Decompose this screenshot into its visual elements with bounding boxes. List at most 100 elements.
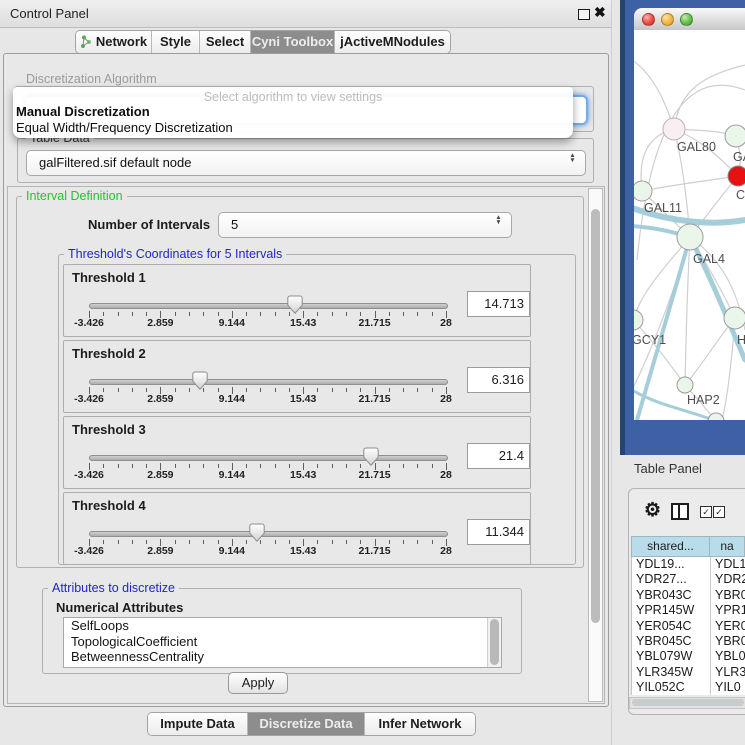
tab-jactivemnodules[interactable]: jActiveMNodules — [335, 31, 450, 53]
tab-discretize-data[interactable]: Discretize Data — [248, 713, 365, 735]
close-icon[interactable]: ✖ — [594, 4, 606, 21]
tick-mark — [132, 312, 133, 316]
column-header-shared[interactable]: shared... — [631, 536, 710, 557]
threshold-slider-track[interactable] — [89, 379, 448, 385]
attribute-item-selfloops[interactable]: SelfLoops — [64, 618, 501, 634]
checkbox-icon[interactable]: ✓ — [700, 506, 712, 518]
tick-mark — [417, 312, 418, 316]
list-scrollbar[interactable] — [487, 618, 501, 667]
threshold-slider-track[interactable] — [89, 455, 448, 461]
tick-mark — [246, 312, 247, 316]
edge[interactable] — [642, 176, 738, 191]
attribute-item-betweennesscentrality[interactable]: BetweennessCentrality — [64, 649, 501, 665]
checkbox-icon[interactable]: ✓ — [713, 506, 725, 518]
edge[interactable] — [685, 237, 690, 385]
cell-name: YDR2 — [715, 572, 745, 587]
tick-mark — [132, 464, 133, 468]
axis-tick-label: -3.426 — [59, 545, 119, 557]
table-row[interactable]: YIL052CYIL0 — [632, 680, 745, 695]
close-traffic-light-icon[interactable] — [642, 13, 655, 26]
table-row[interactable]: YDL19...YDL1 — [632, 557, 745, 572]
algorithm-group-label: Discretization Algorithm — [22, 72, 161, 86]
tab-network[interactable]: Network — [76, 31, 152, 53]
table-row[interactable]: YDR27... YDR2 — [632, 572, 745, 587]
dropdown-item-equal-width-frequency-discretization[interactable]: Equal Width/Frequency Discretization — [15, 120, 554, 136]
table-row[interactable]: YBR043CYBR0 — [632, 588, 745, 603]
numerical-attributes-list[interactable]: SelfLoopsTopologicalCoefficientBetweenne… — [63, 617, 502, 668]
list-scrollbar-thumb[interactable] — [490, 619, 499, 665]
numerical-attributes-heading: Numerical Attributes — [56, 600, 183, 615]
dropdown-item-manual-discretization[interactable]: Manual Discretization — [15, 104, 554, 120]
tab-impute-data[interactable]: Impute Data — [148, 713, 248, 735]
column-layout-icon[interactable] — [671, 503, 689, 520]
table-row[interactable]: YBR045CYBR0 — [632, 634, 745, 649]
edge[interactable] — [634, 320, 685, 385]
tab-select[interactable]: Select — [200, 31, 251, 53]
attribute-item-topologicalcoefficient[interactable]: TopologicalCoefficient — [64, 634, 501, 650]
edge[interactable] — [674, 65, 745, 129]
gal4-node[interactable] — [677, 224, 703, 250]
gal11-node[interactable] — [634, 181, 652, 201]
threshold-slider-track[interactable] — [89, 531, 448, 537]
hap2-node[interactable] — [677, 377, 693, 393]
table-row[interactable]: YLR345WYLR3 — [632, 665, 745, 680]
threshold-slider-track[interactable] — [89, 303, 448, 309]
threshold-slider-handle[interactable] — [249, 523, 265, 542]
selected-red-node[interactable] — [728, 166, 745, 186]
zoom-traffic-light-icon[interactable] — [680, 13, 693, 26]
edge[interactable] — [634, 237, 690, 320]
num-intervals-value: 5 — [231, 213, 238, 237]
tick-mark — [403, 540, 404, 544]
float-window-icon[interactable] — [578, 9, 590, 20]
tick-mark — [203, 540, 204, 544]
network-graph[interactable]: GAL80GACGAL11GAL4GCY1HHAP2 — [634, 30, 745, 420]
edge[interactable] — [634, 60, 674, 129]
cell-shared-name: YDR27... — [636, 572, 687, 587]
table-row[interactable]: YPR145WYPR1 — [632, 603, 745, 618]
num-intervals-combobox[interactable]: 5 ▲▼ — [218, 212, 512, 238]
threshold-slider-handle[interactable] — [192, 371, 208, 390]
right-node[interactable] — [724, 307, 745, 329]
threshold-value-field[interactable]: 11.344 — [467, 519, 530, 545]
threshold-value-field[interactable]: 21.4 — [467, 443, 530, 469]
top-right-node[interactable] — [725, 125, 745, 147]
axis-tick-label: 9.144 — [202, 469, 262, 481]
tabledata-combobox[interactable]: galFiltered.sif default node ▲▼ — [26, 150, 586, 176]
tab-cyni-toolbox[interactable]: Cyni Toolbox — [251, 31, 335, 53]
cell-shared-name: YER054C — [636, 619, 692, 634]
gal80-node[interactable] — [663, 118, 685, 140]
network-window-titlebar[interactable] — [634, 8, 745, 31]
gear-icon[interactable]: ⚙ — [644, 499, 661, 522]
table-row[interactable]: YER054CYER0 — [632, 619, 745, 634]
tick-mark — [275, 312, 276, 316]
table-row[interactable]: YBL079WYBL0 — [632, 649, 745, 664]
panel-scrollbar-thumb[interactable] — [591, 209, 600, 623]
threshold-label: Threshold 1 — [72, 270, 146, 285]
threshold-label: Threshold 2 — [72, 346, 146, 361]
axis-tick-label: 9.144 — [202, 545, 262, 557]
tick-mark — [417, 464, 418, 468]
column-header-name[interactable]: na — [710, 536, 745, 557]
threshold-value-field[interactable]: 14.713 — [467, 291, 530, 317]
table-hscrollbar-thumb[interactable] — [632, 699, 744, 706]
tab-style[interactable]: Style — [152, 31, 200, 53]
tick-mark — [260, 464, 261, 468]
edge[interactable] — [685, 318, 735, 385]
thresholds-group-label: Threshold's Coordinates for 5 Intervals — [64, 247, 286, 261]
axis-tick-label: 21.715 — [345, 317, 405, 329]
tick-mark — [260, 312, 261, 316]
tick-mark — [317, 312, 318, 316]
minimize-traffic-light-icon[interactable] — [661, 13, 674, 26]
tab-infer-network[interactable]: Infer Network — [365, 713, 475, 735]
tick-mark — [317, 388, 318, 392]
gcy1-node[interactable] — [634, 310, 643, 330]
table-hscrollbar[interactable] — [629, 697, 745, 709]
apply-button[interactable]: Apply — [228, 672, 288, 694]
node-label: C — [736, 188, 745, 202]
node-table-body[interactable]: YDL19...YDL1YDR27... YDR2YBR043CYBR0YPR14… — [631, 557, 745, 695]
interval-group-label: Interval Definition — [22, 189, 127, 203]
panel-scrollbar[interactable] — [588, 188, 603, 702]
threshold-value-field[interactable]: 6.316 — [467, 367, 530, 393]
threshold-slider-handle[interactable] — [363, 447, 379, 466]
network-view[interactable]: GAL80GACGAL11GAL4GCY1HHAP2 — [634, 30, 745, 420]
